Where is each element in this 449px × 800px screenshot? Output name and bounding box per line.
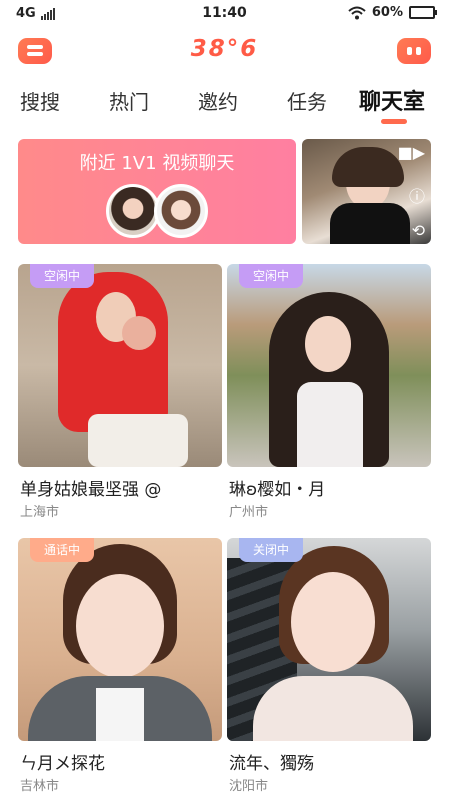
user-name: 单身姑娘最坚强 @ [20,480,162,500]
battery-icon [409,6,437,19]
user-city: 上海市 [20,505,60,520]
phone-case [122,316,156,350]
user-photo: 通话中 [18,538,222,741]
banner-avatars [106,184,210,240]
photo-shirt [297,382,363,467]
user-name: 流年、獨殇 [229,754,314,774]
chat-bubble-icon[interactable] [397,38,431,64]
video-preview[interactable]: ■▶ ⓘ ⟲ [302,139,431,244]
user-photo: 空闲中 [18,264,222,467]
battery-percent: 60% [371,5,403,20]
status-right: 60% [348,5,437,20]
preview-outfit [330,203,410,244]
user-city: 吉林市 [20,779,60,794]
user-city: 沈阳市 [229,779,269,794]
photo-face [291,572,375,672]
user-photo: 空闲中 [227,264,431,467]
video-camera-icon[interactable]: ■▶ [398,143,425,162]
user-city: 广州市 [229,505,269,520]
tab-bar: 搜搜 热门 邀约 任务 聊天室 [0,82,449,126]
tab-invite[interactable]: 邀约 [198,86,238,115]
photo-legs [88,414,188,467]
switch-camera-icon[interactable]: ⟲ [412,221,425,240]
active-tab-indicator [381,119,407,124]
info-icon[interactable]: ⓘ [409,183,425,207]
status-badge: 空闲中 [30,264,95,288]
app-logo: 38°6 [190,36,259,62]
photo-face [305,316,351,372]
tab-hot[interactable]: 热门 [109,86,149,115]
wifi-icon [348,6,366,19]
tab-tasks[interactable]: 任务 [287,86,327,115]
user-name: 琳ʚ樱如・月 [229,480,326,500]
user-photo: 关闭中 [227,538,431,741]
status-bar: 4G 11:40 60% [0,0,449,26]
app-header: 38°6 [0,30,449,70]
photo-coat [253,676,413,741]
photo-face [76,574,164,678]
status-badge: 关闭中 [239,538,304,562]
avatar [154,184,208,238]
tab-search[interactable]: 搜搜 [20,86,60,115]
photo-collar [96,688,144,741]
tab-chatroom[interactable]: 聊天室 [359,84,425,116]
preview-hair [332,147,404,187]
status-badge: 空闲中 [239,264,304,288]
video-chat-banner[interactable]: 附近 1V1 视频聊天 [18,139,296,244]
user-name: ㄣ月メ探花 [20,754,105,774]
status-badge: 通话中 [30,538,95,562]
banner-title: 附近 1V1 视频聊天 [79,153,235,174]
avatar [106,184,160,238]
